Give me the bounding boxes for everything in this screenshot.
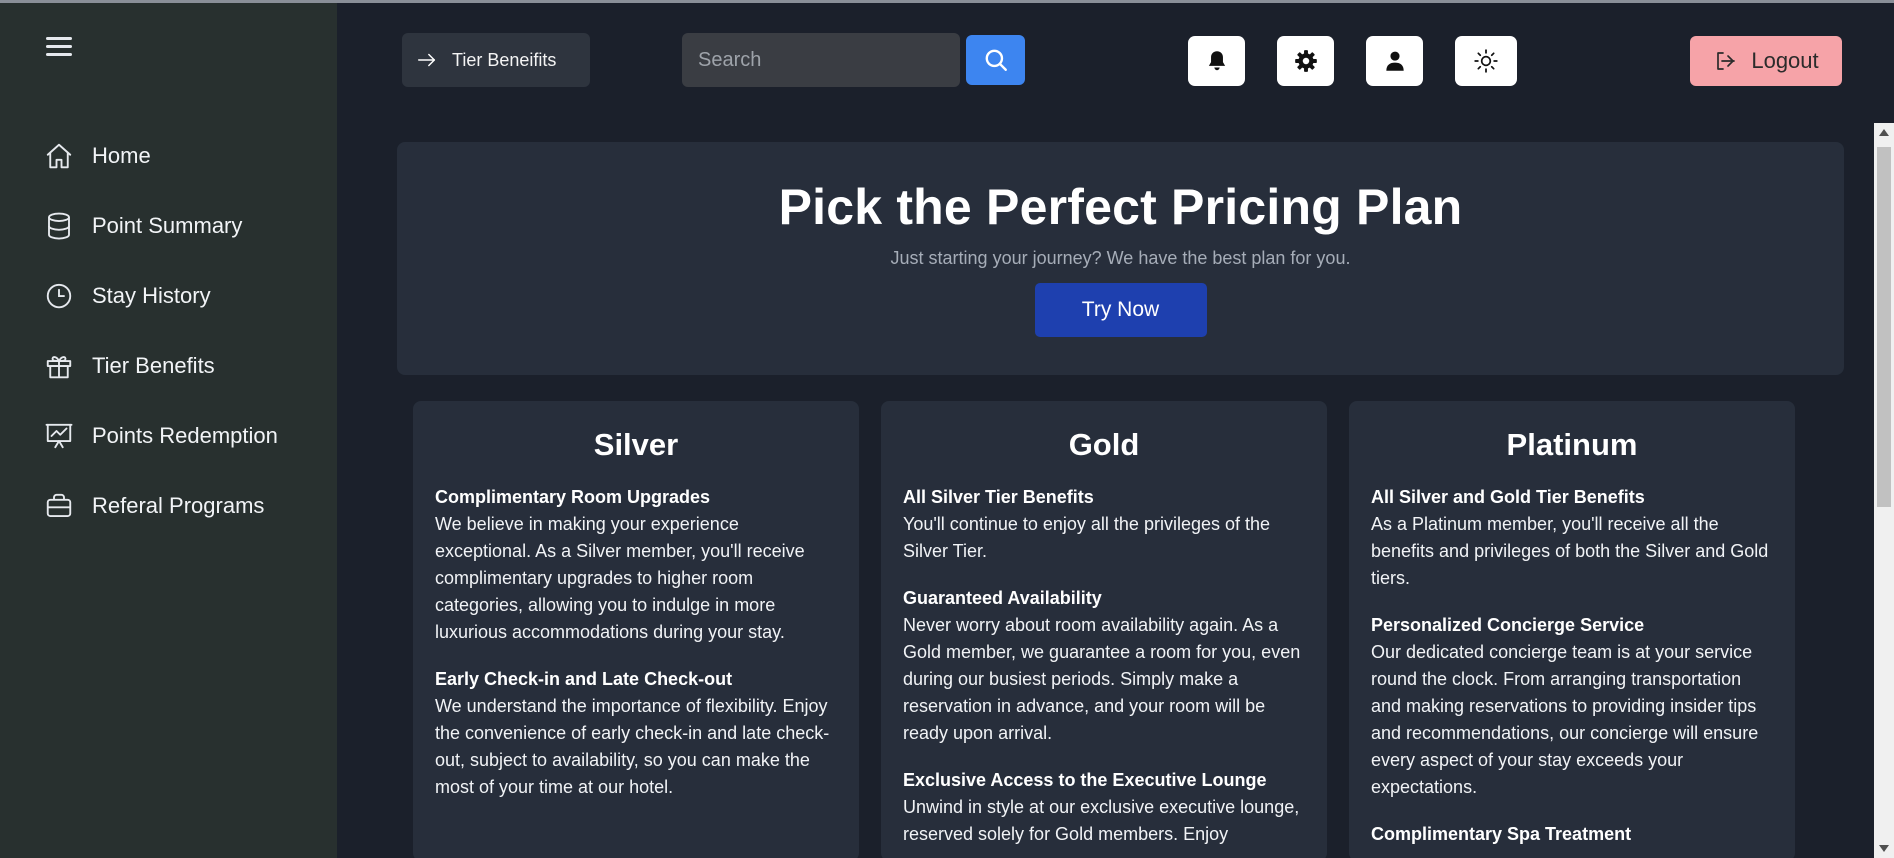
settings-button[interactable]	[1277, 36, 1334, 86]
tier-name: Platinum	[1506, 427, 1638, 462]
gift-icon	[46, 356, 72, 379]
benefit-title: Complimentary Room Upgrades	[435, 487, 711, 507]
sidebar-item-label: Stay History	[92, 283, 211, 308]
benefit-item: Early Check-in and Late Check-out We und…	[435, 666, 837, 801]
tier-card-platinum: Platinum All Silver and Gold Tier Benefi…	[1349, 401, 1795, 858]
theme-toggle-button[interactable]	[1455, 36, 1517, 86]
benefit-title: All Silver Tier Benefits	[903, 487, 1094, 507]
benefit-title: Guaranteed Availability	[903, 588, 1102, 608]
user-icon	[1385, 51, 1404, 71]
main-content: Tier Beneifits Search Logout Pick the Pe…	[337, 3, 1894, 858]
sidebar-item-referal-programs[interactable]: Referal Programs	[44, 471, 278, 541]
benefit-description: You'll continue to enjoy all the privile…	[903, 514, 1271, 561]
benefit-item: Complimentary Room Upgrades We believe i…	[435, 484, 837, 646]
sidebar-item-label: Referal Programs	[92, 493, 265, 518]
sidebar: Home Point Summary Stay History Tier Ben…	[0, 3, 337, 858]
sidebar-item-point-summary[interactable]: Point Summary	[44, 191, 278, 261]
sidebar-item-label: Point Summary	[92, 213, 243, 238]
benefit-item: Guaranteed Availability Never worry abou…	[903, 585, 1305, 747]
benefit-description: We understand the importance of flexibil…	[435, 696, 830, 797]
arrow-right-icon	[418, 53, 436, 67]
breadcrumb[interactable]: Tier Beneifits	[402, 33, 590, 87]
database-icon	[48, 212, 70, 240]
sidebar-item-home[interactable]: Home	[44, 121, 278, 191]
sidebar-item-stay-history[interactable]: Stay History	[44, 261, 278, 331]
sidebar-item-label: Home	[92, 143, 151, 168]
search-icon	[985, 49, 1007, 71]
presentation-chart-icon	[45, 423, 73, 449]
hero-subtitle: Just starting your journey? We have the …	[890, 248, 1351, 268]
page-title: Pick the Perfect Pricing Plan	[778, 179, 1463, 235]
benefit-item: Complimentary Spa Treatment	[1371, 821, 1773, 848]
search-button[interactable]	[966, 35, 1025, 85]
home-icon	[46, 143, 72, 169]
benefit-title: Personalized Concierge Service	[1371, 615, 1645, 635]
benefit-description: We believe in making your experience exc…	[435, 514, 805, 642]
vertical-scrollbar[interactable]	[1874, 123, 1894, 858]
benefit-item: Personalized Concierge Service Our dedic…	[1371, 612, 1773, 801]
benefit-item: All Silver and Gold Tier Benefits As a P…	[1371, 484, 1773, 592]
sun-icon	[1474, 49, 1498, 73]
sidebar-item-label: Points Redemption	[92, 423, 278, 448]
benefit-item: All Silver Tier Benefits You'll continue…	[903, 484, 1305, 565]
scroll-down-arrow-icon[interactable]	[1879, 845, 1889, 852]
benefit-title: All Silver and Gold Tier Benefits	[1371, 487, 1645, 507]
profile-button[interactable]	[1366, 36, 1423, 86]
sidebar-item-points-redemption[interactable]: Points Redemption	[44, 401, 278, 471]
benefit-item: Exclusive Access to the Executive Lounge…	[903, 767, 1305, 848]
tier-name: Gold	[1068, 427, 1140, 462]
logout-button[interactable]: Logout	[1690, 36, 1842, 86]
sidebar-nav: Home Point Summary Stay History Tier Ben…	[44, 121, 278, 541]
menu-icon[interactable]	[46, 37, 72, 57]
tier-card-silver: Silver Complimentary Room Upgrades We be…	[413, 401, 859, 858]
bell-icon	[1208, 51, 1225, 71]
benefit-title: Complimentary Spa Treatment	[1371, 824, 1632, 844]
hero-banner: Pick the Perfect Pricing Plan Just start…	[397, 142, 1844, 375]
benefit-description: Never worry about room availability agai…	[903, 615, 1301, 743]
benefit-title: Early Check-in and Late Check-out	[435, 669, 733, 689]
sidebar-item-label: Tier Benefits	[92, 353, 215, 378]
tier-name: Silver	[593, 427, 679, 462]
scrollbar-thumb[interactable]	[1877, 147, 1891, 507]
notifications-button[interactable]	[1188, 36, 1245, 86]
tier-card-gold: Gold All Silver Tier Benefits You'll con…	[881, 401, 1327, 858]
logout-label: Logout	[1751, 48, 1819, 73]
try-now-button[interactable]: Try Now	[1034, 283, 1207, 337]
logout-icon	[1717, 52, 1736, 70]
benefit-title: Exclusive Access to the Executive Lounge	[903, 770, 1267, 790]
sidebar-item-tier-benefits[interactable]: Tier Benefits	[44, 331, 278, 401]
benefit-description: Our dedicated concierge team is at your …	[1371, 642, 1759, 797]
breadcrumb-label: Tier Beneifits	[452, 49, 557, 70]
gear-icon	[1294, 50, 1317, 72]
benefit-description: As a Platinum member, you'll receive all…	[1371, 514, 1769, 588]
benefit-description: Unwind in style at our exclusive executi…	[903, 797, 1300, 844]
clock-icon	[46, 283, 72, 309]
scroll-up-arrow-icon[interactable]	[1879, 129, 1889, 136]
briefcase-icon	[46, 493, 72, 517]
search-input[interactable]	[682, 33, 960, 87]
